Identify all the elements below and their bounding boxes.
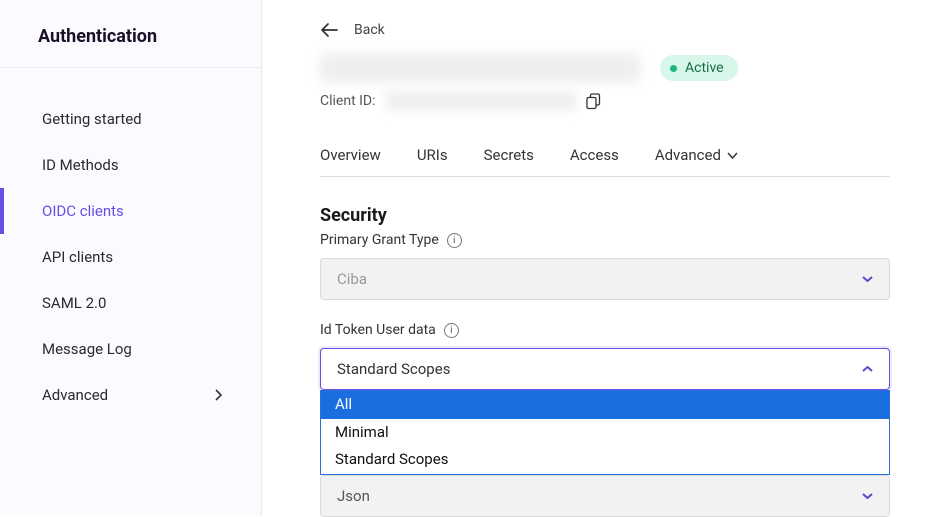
sidebar-item-getting-started[interactable]: Getting started — [0, 96, 261, 142]
dropdown-option-minimal[interactable]: Minimal — [321, 419, 889, 447]
status-label: Active — [685, 60, 724, 76]
client-id-label: Client ID: — [320, 93, 376, 109]
tab-label: Overview — [320, 146, 381, 164]
sidebar-item-saml[interactable]: SAML 2.0 — [0, 280, 261, 326]
tab-overview[interactable]: Overview — [320, 146, 381, 164]
chevron-down-icon — [727, 152, 738, 159]
tab-label: URIs — [417, 146, 448, 164]
sidebar-item-label: Getting started — [42, 110, 142, 128]
info-icon[interactable]: i — [444, 323, 459, 338]
dropdown-option-standard-scopes[interactable]: Standard Scopes — [321, 446, 889, 474]
id-token-select[interactable]: Standard Scopes — [320, 348, 890, 390]
format-select[interactable]: Json — [320, 475, 890, 517]
tab-label: Secrets — [484, 146, 534, 164]
section-title-security: Security — [320, 205, 890, 226]
select-value: Standard Scopes — [337, 360, 450, 378]
caret-up-icon — [862, 366, 873, 372]
field-label-text: Primary Grant Type — [320, 232, 439, 248]
field-label-text: Id Token User data — [320, 322, 436, 338]
client-name-redacted — [320, 54, 640, 82]
select-value: Json — [337, 487, 370, 505]
status-dot-icon — [670, 65, 677, 72]
tab-uris[interactable]: URIs — [417, 146, 448, 164]
sidebar-title: Authentication — [0, 18, 261, 68]
sidebar-item-id-methods[interactable]: ID Methods — [0, 142, 261, 188]
dropdown-option-all[interactable]: All — [321, 391, 889, 419]
sidebar-item-oidc-clients[interactable]: OIDC clients — [0, 188, 261, 234]
sidebar-item-label: Message Log — [42, 340, 132, 358]
select-value: Ciba — [337, 270, 367, 288]
back-label: Back — [354, 22, 385, 38]
sidebar-item-label: Advanced — [42, 386, 108, 404]
back-button[interactable]: Back — [320, 22, 890, 38]
primary-grant-label: Primary Grant Type i — [320, 232, 890, 248]
sidebar-item-label: API clients — [42, 248, 113, 266]
caret-down-icon — [862, 493, 873, 499]
chevron-right-icon — [213, 389, 223, 401]
sidebar-nav: Getting started ID Methods OIDC clients … — [0, 68, 261, 418]
copy-icon[interactable] — [586, 93, 601, 110]
sidebar-item-label: OIDC clients — [42, 202, 124, 220]
tab-secrets[interactable]: Secrets — [484, 146, 534, 164]
caret-down-icon — [862, 276, 873, 282]
tab-label: Advanced — [655, 146, 721, 164]
arrow-left-icon — [320, 23, 338, 37]
id-token-dropdown: All Minimal Standard Scopes — [320, 390, 890, 475]
tab-label: Access — [570, 146, 619, 164]
client-header: Active — [320, 54, 890, 82]
sidebar-item-label: SAML 2.0 — [42, 294, 106, 312]
info-icon[interactable]: i — [447, 233, 462, 248]
sidebar: Authentication Getting started ID Method… — [0, 0, 262, 516]
tab-advanced[interactable]: Advanced — [655, 146, 738, 164]
sidebar-item-message-log[interactable]: Message Log — [0, 326, 261, 372]
sidebar-item-api-clients[interactable]: API clients — [0, 234, 261, 280]
primary-grant-select[interactable]: Ciba — [320, 258, 890, 300]
main-content: Back Active Client ID: Overview URIs Sec… — [262, 0, 950, 516]
client-id-redacted — [386, 92, 576, 110]
status-badge: Active — [660, 55, 738, 81]
tab-access[interactable]: Access — [570, 146, 619, 164]
tab-bar: Overview URIs Secrets Access Advanced — [320, 146, 890, 177]
client-id-row: Client ID: — [320, 92, 890, 110]
sidebar-item-advanced[interactable]: Advanced — [0, 372, 261, 418]
sidebar-item-label: ID Methods — [42, 156, 119, 174]
id-token-label: Id Token User data i — [320, 322, 890, 338]
